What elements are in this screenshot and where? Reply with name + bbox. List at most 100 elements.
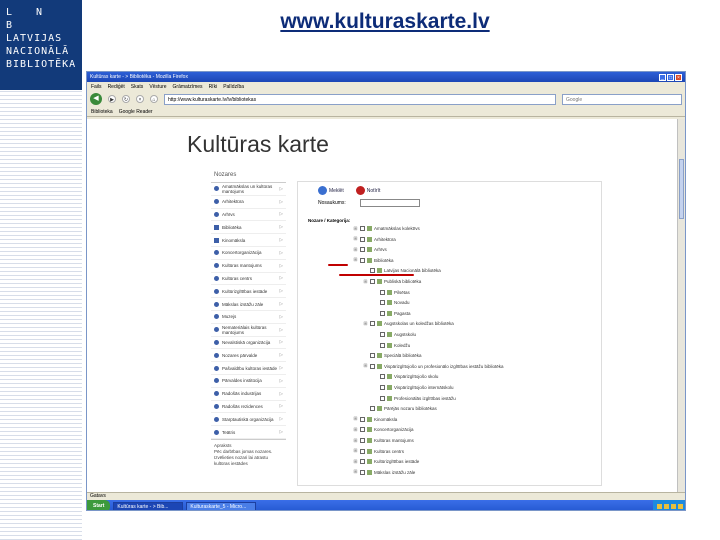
search-input[interactable]: Google (562, 93, 682, 105)
expand-icon[interactable]: ⊞ (353, 438, 358, 444)
tree-checkbox[interactable] (360, 448, 365, 454)
sidebar-item[interactable]: Arhīvs ▷ (211, 209, 286, 222)
sidebar-item[interactable]: Muzejs ▷ (211, 311, 286, 324)
tree-item[interactable]: Koledžu (373, 341, 410, 350)
tree-item[interactable]: ⊞ Mākslas izstāžu zāle (353, 468, 415, 477)
expand-icon[interactable]: ⊞ (353, 427, 358, 433)
sidebar-item[interactable]: Pārvaldes institūcija ▷ (211, 375, 286, 388)
reload-button[interactable]: ↻ (122, 95, 130, 103)
expand-icon[interactable]: ⊞ (353, 226, 358, 232)
tree-checkbox[interactable] (360, 236, 365, 242)
tree-checkbox[interactable] (360, 459, 365, 465)
maximize-icon[interactable]: □ (667, 73, 674, 81)
url-field[interactable]: http://www.kulturaskarte.lv/lv/bibliotek… (164, 93, 556, 105)
tree-checkbox[interactable] (380, 374, 385, 380)
tree-item[interactable]: ⊞ Arhīvs (353, 245, 386, 254)
tree-checkbox[interactable] (360, 226, 365, 231)
tree-item[interactable]: Vispārizglītojošo internātskolu (373, 383, 453, 392)
tree-item[interactable]: ⊞ Vispārizglītojošo un profesionālo izglī… (363, 362, 503, 371)
bookmark-item[interactable]: Google Reader (119, 109, 153, 115)
tree-item[interactable]: Pagasta (373, 309, 411, 318)
expand-icon[interactable]: ⊞ (353, 469, 358, 475)
expand-icon[interactable]: ⊞ (353, 416, 358, 422)
tree-item[interactable]: Pārējās nozaru bibliotēkas (363, 404, 437, 413)
home-icon[interactable]: ⌂ (150, 95, 158, 103)
tray-icon[interactable] (664, 503, 669, 509)
name-input[interactable] (360, 199, 420, 207)
tree-checkbox[interactable] (370, 406, 375, 412)
sidebar-item[interactable]: Kinomāksla ▷ (211, 234, 286, 247)
tree-checkbox[interactable] (370, 268, 375, 274)
tree-item[interactable]: ⊞ Publiskā bibliotēka (363, 277, 421, 286)
tree-item[interactable]: ⊞ Amatmākslas kolektīvs (353, 224, 419, 233)
sidebar-item[interactable]: Pašvaldību kultūras iestāde ▷ (211, 362, 286, 375)
sidebar-item[interactable]: Koncertorganizācija ▷ (211, 247, 286, 260)
tree-item[interactable]: Speciālā bibliotēka (363, 351, 422, 360)
slide-title-link[interactable]: www.kulturaskarte.lv (200, 10, 570, 34)
menu-item[interactable]: Fails (91, 84, 102, 90)
tree-item[interactable]: ⊞ Kinomāksla (353, 415, 397, 424)
sidebar-item[interactable]: Nozares pārvalde ▷ (211, 349, 286, 363)
sidebar-item[interactable]: Radošās industrijas ▷ (211, 388, 286, 401)
tree-checkbox[interactable] (380, 385, 385, 390)
tree-checkbox[interactable] (380, 289, 385, 295)
tree-item[interactable]: ⊞ Koncertorganizācija (353, 425, 413, 434)
expand-icon[interactable]: ⊞ (363, 321, 368, 327)
expand-icon[interactable]: ⊞ (353, 448, 358, 454)
tree-checkbox[interactable] (370, 279, 375, 284)
bookmark-item[interactable]: Biblioteka (91, 109, 113, 115)
tree-item[interactable]: Novadu (373, 298, 410, 307)
expand-icon[interactable]: ⊞ (353, 236, 358, 242)
menu-item[interactable]: Skats (131, 84, 144, 90)
sidebar-item[interactable]: Mākslas izstāžu zāle ▷ (211, 298, 286, 311)
sidebar-item[interactable]: Starptautiskā organizācija ▷ (211, 413, 286, 427)
tray-icon[interactable] (671, 503, 676, 509)
back-button[interactable]: ◀ (90, 93, 102, 105)
tree-checkbox[interactable] (360, 438, 365, 443)
sidebar-item[interactable]: Nevalstiskā organizācija ▷ (211, 337, 286, 350)
taskbar-button-word[interactable]: Kulturaskarte_5 - Micro... (186, 501, 257, 510)
sidebar-item[interactable]: Amatmākslas un kultūras mantojums ▷ (211, 183, 286, 196)
menu-item[interactable]: Rīki (209, 84, 218, 90)
expand-icon[interactable]: ⊞ (363, 363, 368, 369)
tree-checkbox[interactable] (380, 300, 385, 306)
tree-item[interactable]: Pilsētas (373, 288, 410, 297)
tree-item[interactable]: ⊞ Arhitektūra (353, 235, 395, 244)
tray-icon[interactable] (657, 503, 662, 509)
tree-checkbox[interactable] (380, 342, 385, 348)
tree-item[interactable]: Vispārizglītojošo skolu (373, 372, 438, 381)
tree-checkbox[interactable] (360, 257, 365, 263)
sidebar-item[interactable]: Teātris ▷ (211, 426, 286, 439)
sidebar-item[interactable]: Bibliotēka ▷ (211, 221, 286, 235)
clear-button[interactable]: Notīrīt (355, 186, 380, 195)
tree-checkbox[interactable] (360, 427, 365, 433)
sidebar-item[interactable]: Kultūras mantojums ▷ (211, 260, 286, 273)
tree-checkbox[interactable] (370, 321, 375, 327)
forward-button[interactable]: ▶ (108, 95, 116, 103)
tree-item[interactable]: ⊞ Augstskolas un koledžas bibliotēka (363, 319, 453, 328)
expand-icon[interactable]: ⊞ (363, 279, 368, 285)
sidebar-item[interactable]: Nemateriālais kultūras mantojums ▷ (211, 324, 286, 337)
tree-checkbox[interactable] (380, 395, 385, 401)
sidebar-item[interactable]: Radošās rezidences ▷ (211, 401, 286, 414)
tree-checkbox[interactable] (370, 363, 375, 369)
tray-icon[interactable] (678, 503, 683, 509)
sidebar-item[interactable]: Kultūras centrs ▷ (211, 273, 286, 286)
expand-icon[interactable]: ⊞ (353, 459, 358, 465)
minimize-icon[interactable]: _ (659, 73, 666, 81)
scroll-thumb[interactable] (679, 159, 684, 219)
tree-item[interactable]: Augstskolu (373, 330, 416, 339)
tree-item[interactable]: Profesionālās izglītības iestāžu (373, 394, 456, 403)
menu-item[interactable]: Grāmatzīmes (173, 84, 203, 90)
tree-item[interactable]: ⊞ Kultūras centrs (353, 447, 404, 456)
tree-checkbox[interactable] (380, 310, 385, 316)
expand-icon[interactable]: ⊞ (353, 257, 358, 263)
stop-button[interactable]: × (136, 95, 144, 103)
tree-checkbox[interactable] (380, 332, 385, 337)
menu-item[interactable]: Palīdzība (223, 84, 244, 90)
menu-item[interactable]: Vēsture (149, 84, 166, 90)
menu-item[interactable]: Rediģēt (108, 84, 125, 90)
sidebar-item[interactable]: Arhitektūra ▷ (211, 196, 286, 209)
search-button[interactable]: Meklēt (318, 186, 344, 195)
taskbar-button-firefox[interactable]: Kultūras karte - > Bib... (113, 501, 184, 510)
